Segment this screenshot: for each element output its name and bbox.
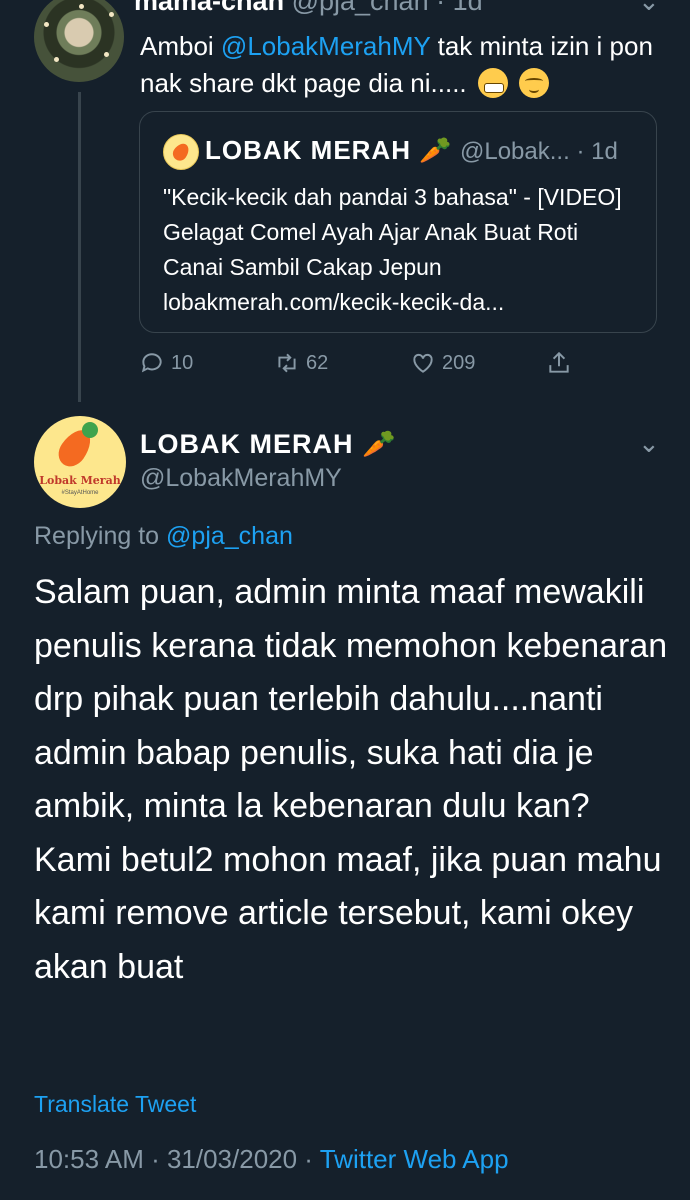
quote-handle: @Lobak... bbox=[460, 138, 570, 165]
reply-count: 10 bbox=[171, 351, 194, 374]
replying-to-link[interactable]: @pja_chan bbox=[166, 522, 293, 550]
parent-author-name[interactable]: mama-chan bbox=[134, 0, 284, 16]
chevron-down-icon[interactable]: ⌄ bbox=[638, 428, 660, 459]
parent-handle: @pja_chan bbox=[291, 0, 429, 16]
parent-avatar[interactable] bbox=[34, 0, 124, 82]
avatar-leaf-icon bbox=[82, 422, 98, 438]
main-author-name-text[interactable]: LOBAK MERAH bbox=[140, 429, 354, 459]
avatar-brand-text: Lobak Merah bbox=[39, 474, 121, 487]
share-icon bbox=[549, 351, 569, 373]
parent-text-prefix: Amboi bbox=[140, 31, 221, 61]
translate-tweet-link[interactable]: Translate Tweet bbox=[34, 1091, 196, 1118]
tweet-meta: 10:53 AM · 31/03/2020 · Twitter Web App bbox=[34, 1144, 509, 1175]
main-avatar[interactable]: Lobak Merah #StayAtHome bbox=[34, 416, 126, 508]
parent-time[interactable]: · 1d bbox=[436, 0, 483, 16]
carrot-emoji-icon: 🥕 bbox=[419, 135, 453, 165]
tweet-source-link[interactable]: Twitter Web App bbox=[320, 1144, 509, 1174]
retweet-action[interactable]: 62 bbox=[274, 350, 328, 376]
retweet-count: 62 bbox=[306, 351, 329, 374]
quote-time: · 1d bbox=[576, 138, 618, 165]
quote-text: "Kecik-kecik dah pandai 3 bahasa" - [VID… bbox=[163, 184, 622, 315]
quote-handle-row: @Lobak... · 1d bbox=[460, 138, 618, 166]
carrot-emoji-icon: 🥕 bbox=[362, 429, 397, 459]
relieved-emoji-icon bbox=[519, 68, 550, 98]
grimacing-emoji-icon bbox=[477, 68, 508, 98]
replying-to: Replying to @pja_chan bbox=[34, 522, 293, 551]
chevron-down-icon[interactable]: ⌄ bbox=[638, 0, 660, 17]
thread-line bbox=[78, 92, 81, 402]
quote-author-name: LOBAK MERAH 🥕 bbox=[205, 135, 453, 166]
like-icon bbox=[413, 353, 433, 373]
main-handle[interactable]: @LobakMerahMY bbox=[140, 464, 342, 493]
like-count: 209 bbox=[442, 351, 476, 374]
reply-action[interactable]: 10 bbox=[139, 350, 193, 376]
replying-prefix: Replying to bbox=[34, 522, 167, 550]
tweet-timestamp[interactable]: 10:53 AM · 31/03/2020 · bbox=[34, 1144, 320, 1174]
reply-icon bbox=[141, 353, 162, 373]
like-action[interactable]: 209 bbox=[410, 350, 475, 376]
parent-author-row[interactable]: mama-chan @pja_chan · 1d bbox=[134, 0, 483, 17]
quote-avatar bbox=[163, 134, 199, 170]
main-tweet-text: Salam puan, admin minta maaf mewakili pe… bbox=[34, 573, 668, 986]
parent-tweet-text: Amboi @LobakMerahMY tak minta izin i pon… bbox=[140, 28, 660, 102]
share-action[interactable] bbox=[546, 350, 572, 376]
quote-author-name-text: LOBAK MERAH bbox=[205, 135, 411, 165]
main-author-name[interactable]: LOBAK MERAH 🥕 bbox=[140, 428, 397, 460]
retweet-icon bbox=[278, 353, 296, 373]
parent-mention-link[interactable]: @LobakMerahMY bbox=[221, 31, 430, 61]
avatar-tag-text: #StayAtHome bbox=[61, 490, 99, 496]
